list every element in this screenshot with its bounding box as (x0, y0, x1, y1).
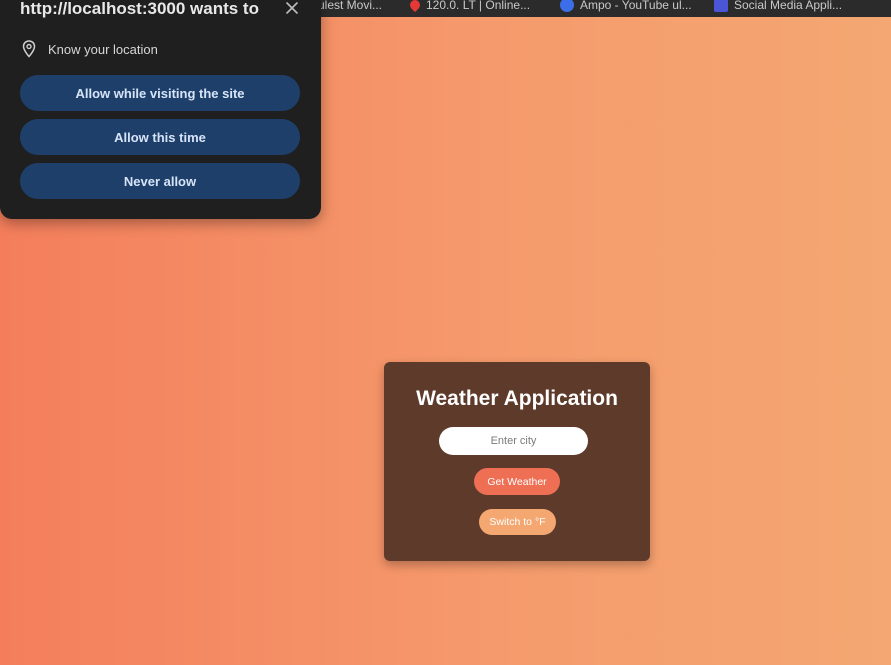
bookmark-label: ulest Movi... (318, 0, 383, 12)
pin-icon (407, 0, 423, 12)
never-allow-button[interactable]: Never allow (20, 163, 300, 199)
close-icon (286, 2, 298, 14)
permission-popup: http://localhost:3000 wants to Know your… (0, 0, 321, 219)
popup-title: http://localhost:3000 wants to (20, 0, 259, 18)
allow-while-visiting-button[interactable]: Allow while visiting the site (20, 75, 300, 111)
app-title: Weather Application (416, 387, 618, 410)
allow-this-time-button[interactable]: Allow this time (20, 119, 300, 155)
switch-unit-button[interactable]: Switch to °F (479, 509, 556, 535)
bookmark-item[interactable]: Social Media Appli... (714, 0, 842, 13)
bookmark-item[interactable]: Ampo - YouTube ul... (560, 0, 692, 13)
get-weather-button[interactable]: Get Weather (474, 468, 560, 495)
square-icon (714, 0, 728, 12)
location-pin-icon (22, 40, 36, 58)
bookmark-label: 120.0. LT | Online... (426, 0, 531, 12)
bookmark-label: Ampo - YouTube ul... (580, 0, 692, 12)
close-button[interactable] (284, 0, 300, 16)
location-request: Know your location (22, 40, 158, 58)
bookmark-item[interactable]: 120.0. LT | Online... (407, 0, 531, 13)
location-request-text: Know your location (48, 41, 158, 57)
city-input[interactable] (439, 427, 588, 455)
circle-icon (560, 0, 574, 12)
bookmark-item[interactable]: ulest Movi... (318, 0, 382, 13)
bookmark-label: Social Media Appli... (734, 0, 843, 12)
weather-card: Weather Application Get Weather Switch t… (384, 362, 650, 561)
